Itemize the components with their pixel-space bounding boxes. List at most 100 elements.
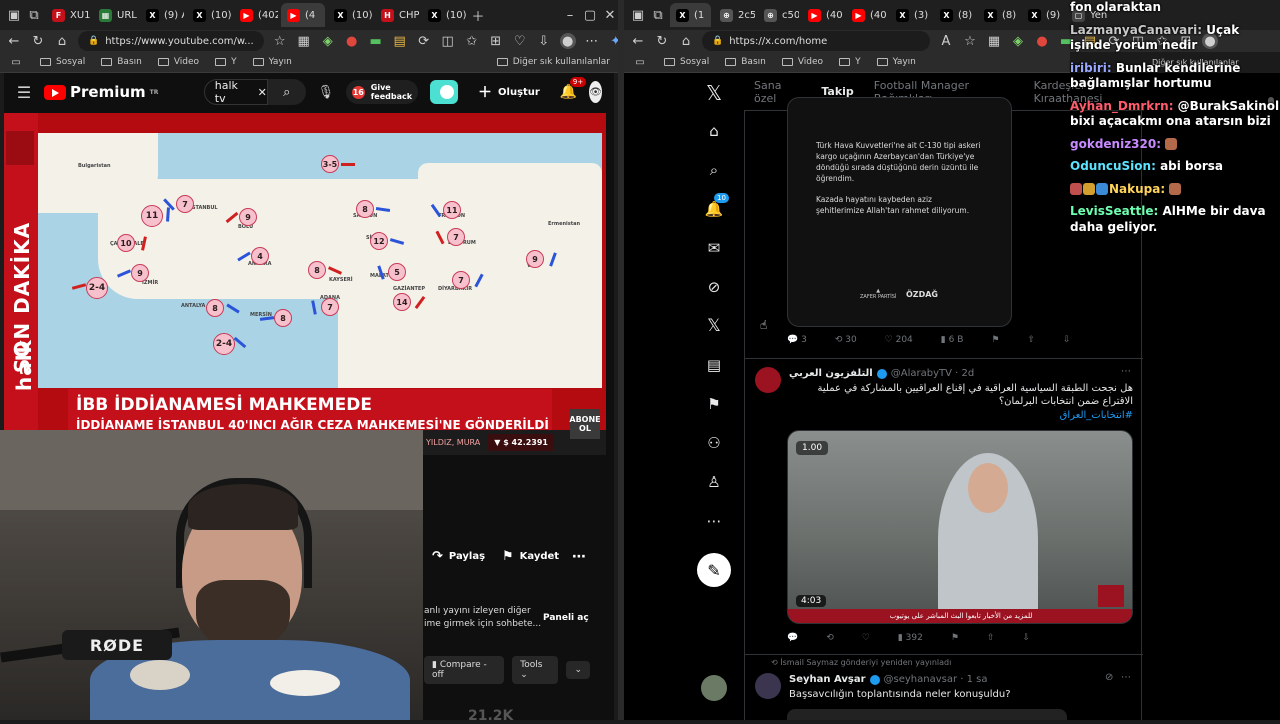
post2-hashtag[interactable]: #انتخابات_العراق (789, 409, 1133, 422)
expand-dropdown[interactable]: ⌄ (566, 661, 590, 679)
views-button[interactable]: ▮ 6 B (941, 335, 964, 345)
extension-icon[interactable]: ▤ (392, 33, 408, 49)
account-avatar[interactable] (701, 675, 727, 701)
account-avatar[interactable]: 👁 (589, 81, 602, 103)
browser-tab[interactable]: X (9) An (140, 3, 184, 27)
split-screen-icon[interactable]: ◫ (440, 33, 456, 49)
collections-icon[interactable]: ⊞ (488, 33, 504, 49)
browser-tab[interactable]: ▶ (402) (846, 3, 887, 27)
extension-icon[interactable]: ▦ (296, 33, 312, 49)
repost-button[interactable]: ⟲ 30 (835, 335, 857, 345)
grok-icon[interactable]: ⊘ (704, 277, 724, 297)
heart-pulse-icon[interactable]: ♡ (512, 33, 528, 49)
search-button[interactable]: ⌕ (267, 79, 306, 105)
back-icon[interactable]: ← (630, 33, 646, 49)
share-button[interactable]: ↷ Paylaş (432, 549, 485, 564)
extension-icon[interactable]: ▦ (986, 33, 1002, 49)
bookmark-yayin[interactable]: Yayın (252, 57, 292, 67)
post2-author[interactable]: التلفزيون العربي @AlarabyTV · 2d (789, 368, 974, 379)
post3-author[interactable]: Seyhan Avşar @seyhanavsar · 1 sa (789, 674, 988, 685)
views-button[interactable]: ▮ 392 (898, 633, 923, 643)
like-button[interactable]: ♡ (862, 633, 870, 643)
bookmark-sosyal[interactable]: Sosyal (664, 57, 709, 67)
bookmarks-icon[interactable]: ⚑ (704, 394, 724, 414)
reload-icon[interactable]: ↻ (654, 33, 670, 49)
address-bar[interactable]: 🔒 https://www.youtube.com/w... (78, 31, 264, 51)
playback-speed[interactable]: 1.00 (796, 441, 829, 455)
give-feedback-button[interactable]: 16 Give feedback (345, 80, 419, 104)
search-input[interactable]: halk tv ✕ (203, 79, 268, 105)
like-button[interactable]: ♡ 204 (885, 335, 913, 345)
favorite-star-icon[interactable]: ☆ (962, 33, 978, 49)
communities-icon[interactable]: ⚇ (704, 433, 724, 453)
bookmark-video[interactable]: Video (157, 57, 199, 67)
download-icon[interactable]: ⇩ (1063, 335, 1071, 345)
minimize-icon[interactable]: – (562, 7, 578, 23)
bookmark-yayin[interactable]: Yayın (876, 57, 916, 67)
video-player[interactable]: halk SON DAKİKA İSTANBULBOLUSAMSUNTRABZO… (4, 113, 606, 455)
more-menu-icon[interactable]: ⋯ (584, 33, 600, 49)
grok-explain-icon[interactable]: ⊘ (1105, 672, 1113, 683)
browser-tab[interactable]: X (3) X'te (890, 3, 931, 27)
clear-search-icon[interactable]: ✕ (258, 86, 267, 99)
favorites-icon[interactable]: ✩ (464, 33, 480, 49)
reading-list-icon[interactable]: ▭ (632, 54, 648, 70)
address-bar[interactable]: 🔒 https://x.com/home (702, 31, 930, 51)
window-menu-icon[interactable]: ▣ (630, 7, 646, 23)
download-icon[interactable]: ⇩ (1022, 633, 1030, 643)
share-button[interactable]: ⇧ (1027, 335, 1035, 345)
extension-icon[interactable]: ● (1034, 33, 1050, 49)
bookmark-basin[interactable]: Basın (101, 57, 142, 67)
post-image-condolence[interactable]: Türk Hava Kuvvetleri'ne ait C-130 tipi a… (787, 97, 1012, 327)
post-more-icon[interactable]: ⋯ (1121, 672, 1131, 683)
repost-note[interactable]: ⟲ İsmail Saymaz gönderiyi yeniden yayınl… (771, 658, 951, 667)
hamburger-menu-icon[interactable]: ☰ (16, 83, 32, 102)
reading-list-icon[interactable]: ▭ (8, 54, 24, 70)
browser-tab[interactable]: X (10) X (422, 3, 466, 27)
browser-tab[interactable]: F XU100 (46, 3, 90, 27)
extension-icon[interactable]: ◈ (1010, 33, 1026, 49)
window-menu-icon[interactable]: ▣ (6, 7, 22, 23)
bookmark-y[interactable]: Y (215, 57, 237, 67)
extension-icon[interactable]: ● (344, 33, 360, 49)
search-icon[interactable]: ⌕ (704, 160, 724, 180)
browser-tab[interactable]: ▦ URL N (93, 3, 137, 27)
open-panel-button[interactable]: Paneli aç (543, 613, 589, 623)
post3-media-preview[interactable] (787, 709, 1067, 720)
browser-tab[interactable]: X (1 (670, 3, 711, 27)
extension-icon[interactable]: ⟳ (416, 33, 432, 49)
bookmark-sosyal[interactable]: Sosyal (40, 57, 85, 67)
extension-toggle[interactable] (430, 80, 459, 104)
save-button[interactable]: ⚑ Kaydet (502, 549, 559, 564)
tab-actions-icon[interactable]: ⧉ (650, 7, 666, 23)
downloads-icon[interactable]: ⇩ (536, 33, 552, 49)
browser-tab[interactable]: X (8) An (934, 3, 975, 27)
read-aloud-icon[interactable]: A (938, 33, 954, 49)
close-window-icon[interactable]: ✕ (602, 7, 618, 23)
tab-actions-icon[interactable]: ⧉ (26, 7, 42, 23)
more-actions-icon[interactable]: ⋯ (572, 549, 586, 565)
home-icon[interactable]: ⌂ (678, 33, 694, 49)
browser-tab[interactable]: ▶ (402) (802, 3, 843, 27)
tools-dropdown[interactable]: Tools ⌄ (512, 656, 559, 684)
x-logo-icon[interactable]: 𝕏 (704, 81, 724, 105)
post2-video[interactable]: 1.00 للمزيد من الأخبار تابعوا البث المبا… (787, 430, 1133, 624)
post2-avatar[interactable] (755, 367, 781, 393)
browser-tab[interactable]: ⊕ 2c567 (714, 3, 755, 27)
lists-icon[interactable]: ▤ (704, 355, 724, 375)
reload-icon[interactable]: ↻ (30, 33, 46, 49)
browser-tab[interactable]: X (8) X'te (978, 3, 1019, 27)
home-icon[interactable]: ⌂ (54, 33, 70, 49)
compare-toggle[interactable]: ▮ Compare - off (424, 656, 505, 684)
messages-icon[interactable]: ✉ (704, 238, 724, 258)
browser-tab[interactable]: ⊕ c50b7 (758, 3, 799, 27)
back-icon[interactable]: ← (6, 33, 22, 49)
bookmark-video[interactable]: Video (781, 57, 823, 67)
share-button[interactable]: ⇧ (987, 633, 995, 643)
x-premium-icon[interactable]: 𝕏 (704, 316, 724, 336)
browser-tab[interactable]: ▶ (402) S (234, 3, 278, 27)
more-icon[interactable]: ⋯ (704, 511, 724, 531)
create-button[interactable]: ＋ Oluştur (470, 78, 548, 106)
extension-icon[interactable]: ▬ (368, 33, 384, 49)
profile-avatar[interactable]: ● (559, 33, 576, 49)
